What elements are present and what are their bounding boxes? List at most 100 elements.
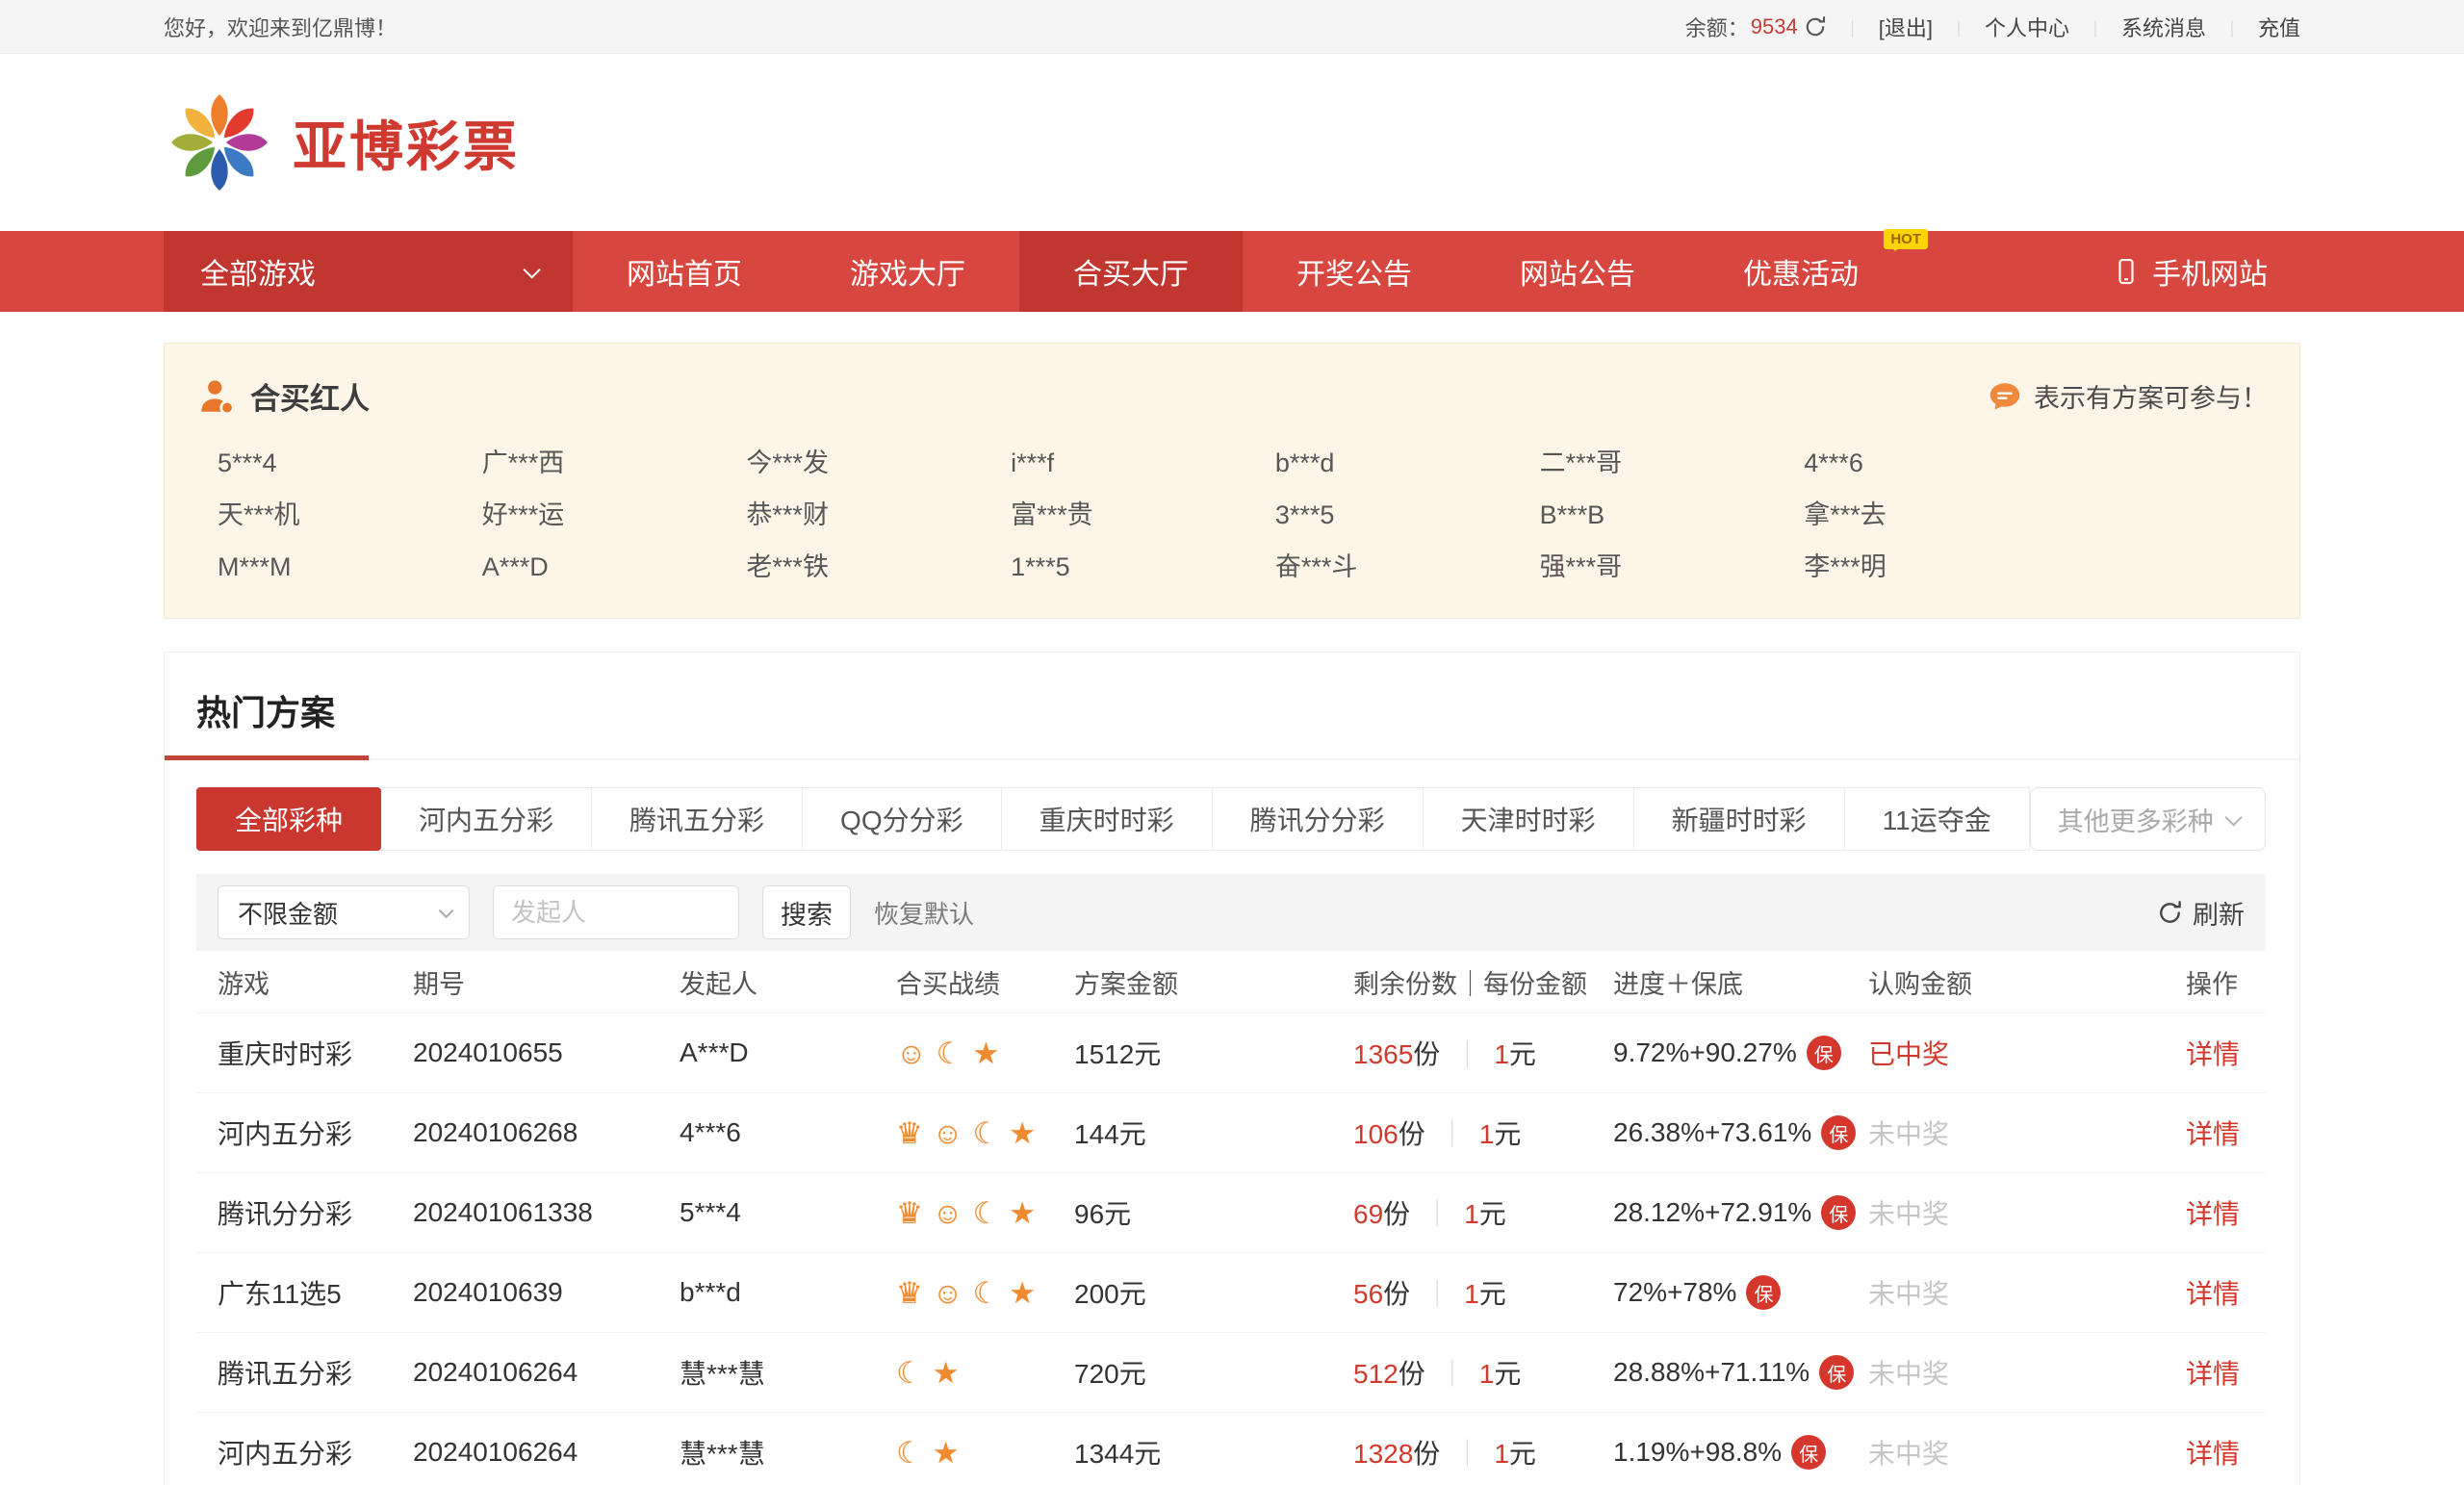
record-badges: ☾★ — [896, 1358, 1074, 1388]
nav-all-games-dropdown[interactable]: 全部游戏 — [164, 231, 573, 312]
progress-text: 26.38%+73.61% — [1613, 1117, 1811, 1148]
game-cell: 腾讯分分彩 — [218, 1193, 413, 1232]
redman-user[interactable]: 奋***斗 — [1275, 550, 1540, 583]
chevron-down-icon — [2224, 808, 2242, 826]
nav-item-label: 网站公告 — [1520, 250, 1635, 293]
tab-lottery-2[interactable]: 腾讯五分彩 — [592, 787, 803, 851]
shares-unit: 份 — [1413, 1439, 1440, 1469]
initiator-input[interactable] — [493, 885, 739, 939]
topbar: 您好，欢迎来到亿鼎博！ 余额： 9534 ｜[退出]｜个人中心｜系统消息｜充值 — [0, 0, 2464, 54]
redman-user[interactable]: 5***4 — [218, 447, 482, 479]
nav-item-5[interactable]: 优惠活动HOT — [1689, 231, 1912, 312]
issue-cell: 20240106264 — [413, 1437, 680, 1468]
detail-link[interactable]: 详情 — [2186, 1433, 2266, 1472]
tab-lottery-5[interactable]: 腾讯分分彩 — [1213, 787, 1424, 851]
amount-cell: 1512元 — [1074, 1034, 1353, 1072]
status-cell: 未中奖 — [1868, 1353, 2186, 1392]
initiator-cell: 5***4 — [680, 1197, 896, 1228]
reset-default-link[interactable]: 恢复默认 — [874, 895, 974, 931]
nav-item-4[interactable]: 网站公告 — [1466, 231, 1689, 312]
tab-lottery-1[interactable]: 河内五分彩 — [381, 787, 592, 851]
topbar-divider: ｜ — [2087, 20, 2104, 39]
topbar-link-1[interactable]: 个人中心 — [1985, 16, 2069, 40]
nav-item-3[interactable]: 开奖公告 — [1243, 231, 1466, 312]
table-row: 河内五分彩20240106264慧***慧☾★1344元1328份｜1元1.19… — [196, 1412, 2266, 1485]
more-lottery-select[interactable]: 其他更多彩种 — [2030, 787, 2266, 851]
redman-user[interactable]: 富***贵 — [1011, 499, 1275, 531]
topbar-link-2[interactable]: 系统消息 — [2121, 16, 2206, 40]
shares-count: 1365 — [1353, 1039, 1413, 1069]
topbar-link-3[interactable]: 充值 — [2258, 16, 2300, 40]
tab-lottery-6[interactable]: 天津时时彩 — [1424, 787, 1634, 851]
redman-user[interactable]: B***B — [1540, 499, 1805, 531]
redman-user[interactable]: 4***6 — [1804, 447, 2068, 479]
redman-user[interactable]: 广***西 — [482, 447, 747, 479]
topbar-divider: ｜ — [1950, 20, 1967, 39]
star-icon: ★ — [1009, 1278, 1036, 1308]
topbar-link-0[interactable]: [退出] — [1879, 16, 1933, 40]
nav-item-2[interactable]: 合买大厅 — [1019, 231, 1243, 312]
lottery-tabs: 全部彩种河内五分彩腾讯五分彩QQ分分彩重庆时时彩腾讯分分彩天津时时彩新疆时时彩1… — [196, 787, 2030, 851]
game-cell: 广东11选5 — [218, 1273, 413, 1312]
redman-user[interactable]: 天***机 — [218, 499, 482, 531]
record-badges: ♛☺☾★ — [896, 1198, 1074, 1228]
star-icon: ★ — [933, 1438, 960, 1468]
site-logo[interactable]: 亚博彩票 — [164, 87, 2300, 198]
moon-icon: ☾ — [972, 1118, 999, 1148]
table-header-2: 发起人 — [680, 963, 896, 1001]
progress-text: 72%+78% — [1613, 1277, 1736, 1308]
redman-user[interactable]: 拿***去 — [1804, 499, 2068, 531]
nav-item-label: 优惠活动 — [1743, 250, 1859, 293]
redman-user[interactable]: 好***运 — [482, 499, 747, 531]
table-header-4: 方案金额 — [1074, 963, 1353, 1001]
redman-user[interactable]: M***M — [218, 550, 482, 583]
detail-link[interactable]: 详情 — [2186, 1114, 2266, 1152]
redman-user[interactable]: 恭***财 — [746, 499, 1011, 531]
redman-user[interactable]: b***d — [1275, 447, 1540, 479]
redman-user[interactable]: 1***5 — [1011, 550, 1275, 583]
per-share-amount: 1 — [1479, 1119, 1495, 1149]
welcome-text: 您好，欢迎来到亿鼎博！ — [164, 12, 397, 42]
table-row: 重庆时时彩2024010655A***D☺☾★1512元1365份｜1元9.72… — [196, 1012, 2266, 1092]
detail-link[interactable]: 详情 — [2186, 1034, 2266, 1072]
tab-lottery-7[interactable]: 新疆时时彩 — [1634, 787, 1845, 851]
refresh-icon — [2157, 900, 2183, 926]
tab-lottery-4[interactable]: 重庆时时彩 — [1002, 787, 1213, 851]
crown-icon: ♛ — [896, 1198, 923, 1228]
amount-filter-select[interactable]: 不限金额 — [218, 885, 470, 939]
search-button[interactable]: 搜索 — [762, 885, 851, 939]
redman-user[interactable]: 老***铁 — [746, 550, 1011, 583]
nav-item-0[interactable]: 网站首页 — [573, 231, 796, 312]
initiator-cell: 慧***慧 — [680, 1353, 896, 1392]
guarantee-badge: 保 — [1821, 1115, 1856, 1150]
shares-cell: 106份｜1元 — [1353, 1114, 1613, 1152]
redman-user[interactable]: i***f — [1011, 447, 1275, 479]
progress-cell: 26.38%+73.61% 保 — [1613, 1115, 1868, 1150]
redman-user[interactable]: A***D — [482, 550, 747, 583]
tab-lottery-0[interactable]: 全部彩种 — [196, 787, 381, 851]
detail-link[interactable]: 详情 — [2186, 1273, 2266, 1312]
topbar-links: ｜[退出]｜个人中心｜系统消息｜充值 — [1827, 12, 2300, 42]
redman-user[interactable]: 今***发 — [746, 447, 1011, 479]
per-share-unit: 元 — [1479, 1279, 1506, 1309]
divider: ｜ — [1424, 1199, 1450, 1229]
record-badges: ☾★ — [896, 1438, 1074, 1468]
detail-link[interactable]: 详情 — [2186, 1193, 2266, 1232]
refresh-button[interactable]: 刷新 — [2157, 894, 2245, 932]
nav-item-6[interactable]: 手机网站 — [2058, 231, 2300, 312]
refresh-balance-icon[interactable] — [1804, 15, 1827, 38]
table-header-0: 游戏 — [218, 963, 413, 1001]
redman-user[interactable]: 强***哥 — [1540, 550, 1805, 583]
game-cell: 腾讯五分彩 — [218, 1353, 413, 1392]
person-badge-icon — [196, 376, 237, 417]
shares-count: 1328 — [1353, 1439, 1413, 1469]
redman-user[interactable]: 二***哥 — [1540, 447, 1805, 479]
redman-panel: 合买红人 表示有方案可参与！ 5***4广***西今***发i***fb***d… — [164, 343, 2300, 619]
tab-lottery-8[interactable]: 11运夺金 — [1845, 787, 2030, 851]
progress-text: 28.88%+71.11% — [1613, 1357, 1810, 1388]
tab-lottery-3[interactable]: QQ分分彩 — [803, 787, 1002, 851]
detail-link[interactable]: 详情 — [2186, 1353, 2266, 1392]
redman-user[interactable]: 3***5 — [1275, 499, 1540, 531]
nav-item-1[interactable]: 游戏大厅 — [796, 231, 1019, 312]
redman-user[interactable]: 李***明 — [1804, 550, 2068, 583]
